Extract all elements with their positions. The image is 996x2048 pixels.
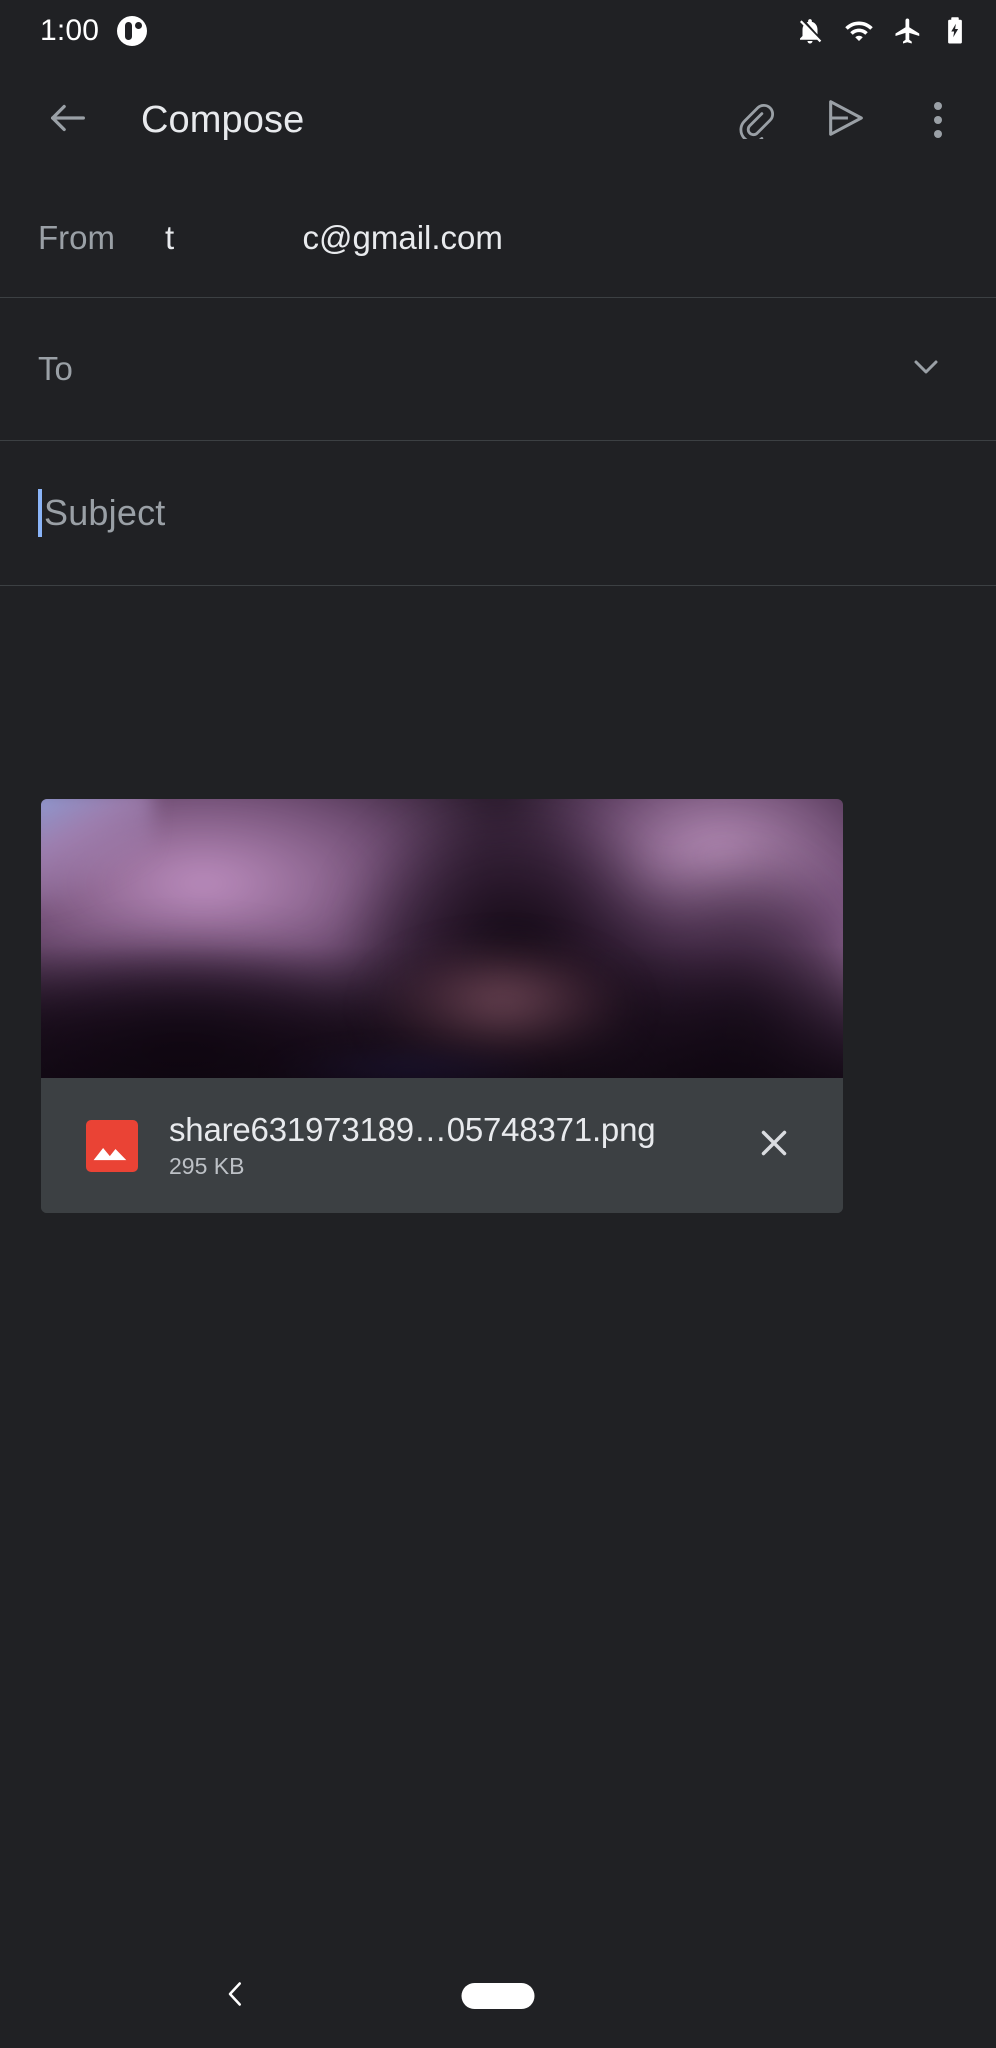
status-bar-right xyxy=(795,16,968,46)
status-clock: 1:00 xyxy=(40,14,100,47)
subject-input[interactable]: Subject xyxy=(38,489,165,537)
back-button[interactable] xyxy=(32,84,104,156)
nav-back-button[interactable] xyxy=(196,1956,276,2036)
attachment-card: share631973189…05748371.png 295 KB xyxy=(41,799,843,1213)
expand-recipients-button[interactable] xyxy=(894,337,958,401)
toolbar-actions xyxy=(718,84,974,156)
preview-layer-vignette xyxy=(41,799,843,1078)
back-arrow-icon xyxy=(45,95,91,146)
attach-button[interactable] xyxy=(718,84,790,156)
send-icon xyxy=(823,95,869,146)
airplane-mode-icon xyxy=(893,16,923,46)
to-label: To xyxy=(38,350,73,387)
compose-toolbar: Compose xyxy=(0,62,996,178)
attachment-image-preview[interactable] xyxy=(41,799,843,1078)
from-label: From xyxy=(38,218,115,256)
close-icon xyxy=(753,1122,795,1169)
remove-attachment-button[interactable] xyxy=(739,1111,809,1181)
to-row[interactable]: To xyxy=(0,298,996,441)
from-row[interactable]: From t c@gmail.com xyxy=(0,178,996,298)
subject-row[interactable]: Subject xyxy=(0,441,996,586)
attachment-text: share631973189…05748371.png 295 KB xyxy=(169,1111,727,1180)
nav-back-chevron-icon xyxy=(218,1976,254,2017)
compose-body[interactable]: share631973189…05748371.png 295 KB xyxy=(0,586,996,1944)
nav-home-pill-icon[interactable] xyxy=(461,1983,535,2009)
attachment-file-size: 295 KB xyxy=(169,1153,245,1179)
battery-charging-icon xyxy=(942,16,968,46)
from-address: t c@gmail.com xyxy=(165,218,503,256)
more-vert-icon xyxy=(934,102,942,138)
more-options-button[interactable] xyxy=(902,84,974,156)
send-button[interactable] xyxy=(810,84,882,156)
attachment-info-bar: share631973189…05748371.png 295 KB xyxy=(41,1078,843,1213)
notifications-off-icon xyxy=(795,16,825,46)
subject-placeholder: Subject xyxy=(44,492,166,533)
compose-header-fields: From t c@gmail.com To Subject xyxy=(0,178,996,586)
page-title: Compose xyxy=(141,98,305,141)
chevron-down-icon xyxy=(906,347,946,392)
status-bar-left: 1:00 xyxy=(40,14,148,47)
app-notification-icon xyxy=(117,16,148,46)
compose-screen: 1:00 Compose From t c@gmail.com To Subje… xyxy=(0,0,996,2048)
system-navigation-bar xyxy=(0,1944,996,2048)
wifi-icon xyxy=(844,16,874,46)
image-file-icon xyxy=(86,1119,138,1172)
attachment-file-name: share631973189…05748371.png xyxy=(169,1111,656,1148)
paperclip-icon xyxy=(733,97,775,144)
text-caret xyxy=(38,489,42,537)
status-bar: 1:00 xyxy=(0,0,996,62)
